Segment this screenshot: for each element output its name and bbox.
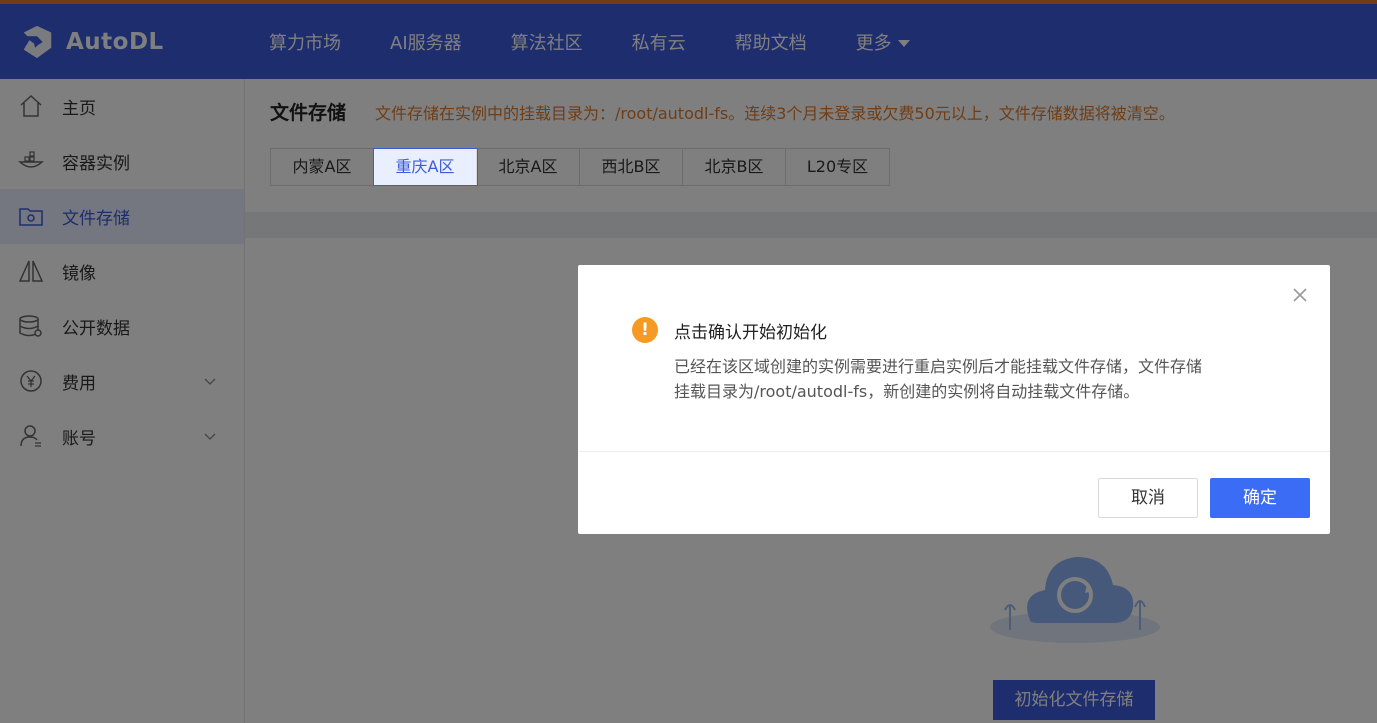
warning-icon: ! <box>632 317 658 343</box>
confirm-button[interactable]: 确定 <box>1210 478 1310 518</box>
dialog-message-line: 已经在该区域创建的实例需要进行重启实例后才能挂载文件存储，文件存储 <box>674 357 1203 376</box>
dialog-title: 点击确认开始初始化 <box>674 323 827 343</box>
confirm-dialog: ! 点击确认开始初始化 已经在该区域创建的实例需要进行重启实例后才能挂载文件存储… <box>578 265 1330 534</box>
cancel-button[interactable]: 取消 <box>1098 478 1198 518</box>
close-icon[interactable] <box>1292 287 1308 303</box>
dialog-message: 已经在该区域创建的实例需要进行重启实例后才能挂载文件存储，文件存储 挂载目录为/… <box>674 354 1274 404</box>
tab-chongqing-a[interactable]: 重庆A区 <box>373 148 478 186</box>
dialog-divider <box>578 451 1330 452</box>
dialog-message-line: 挂载目录为/root/autodl-fs，新创建的实例将自动挂载文件存储。 <box>674 382 1140 401</box>
